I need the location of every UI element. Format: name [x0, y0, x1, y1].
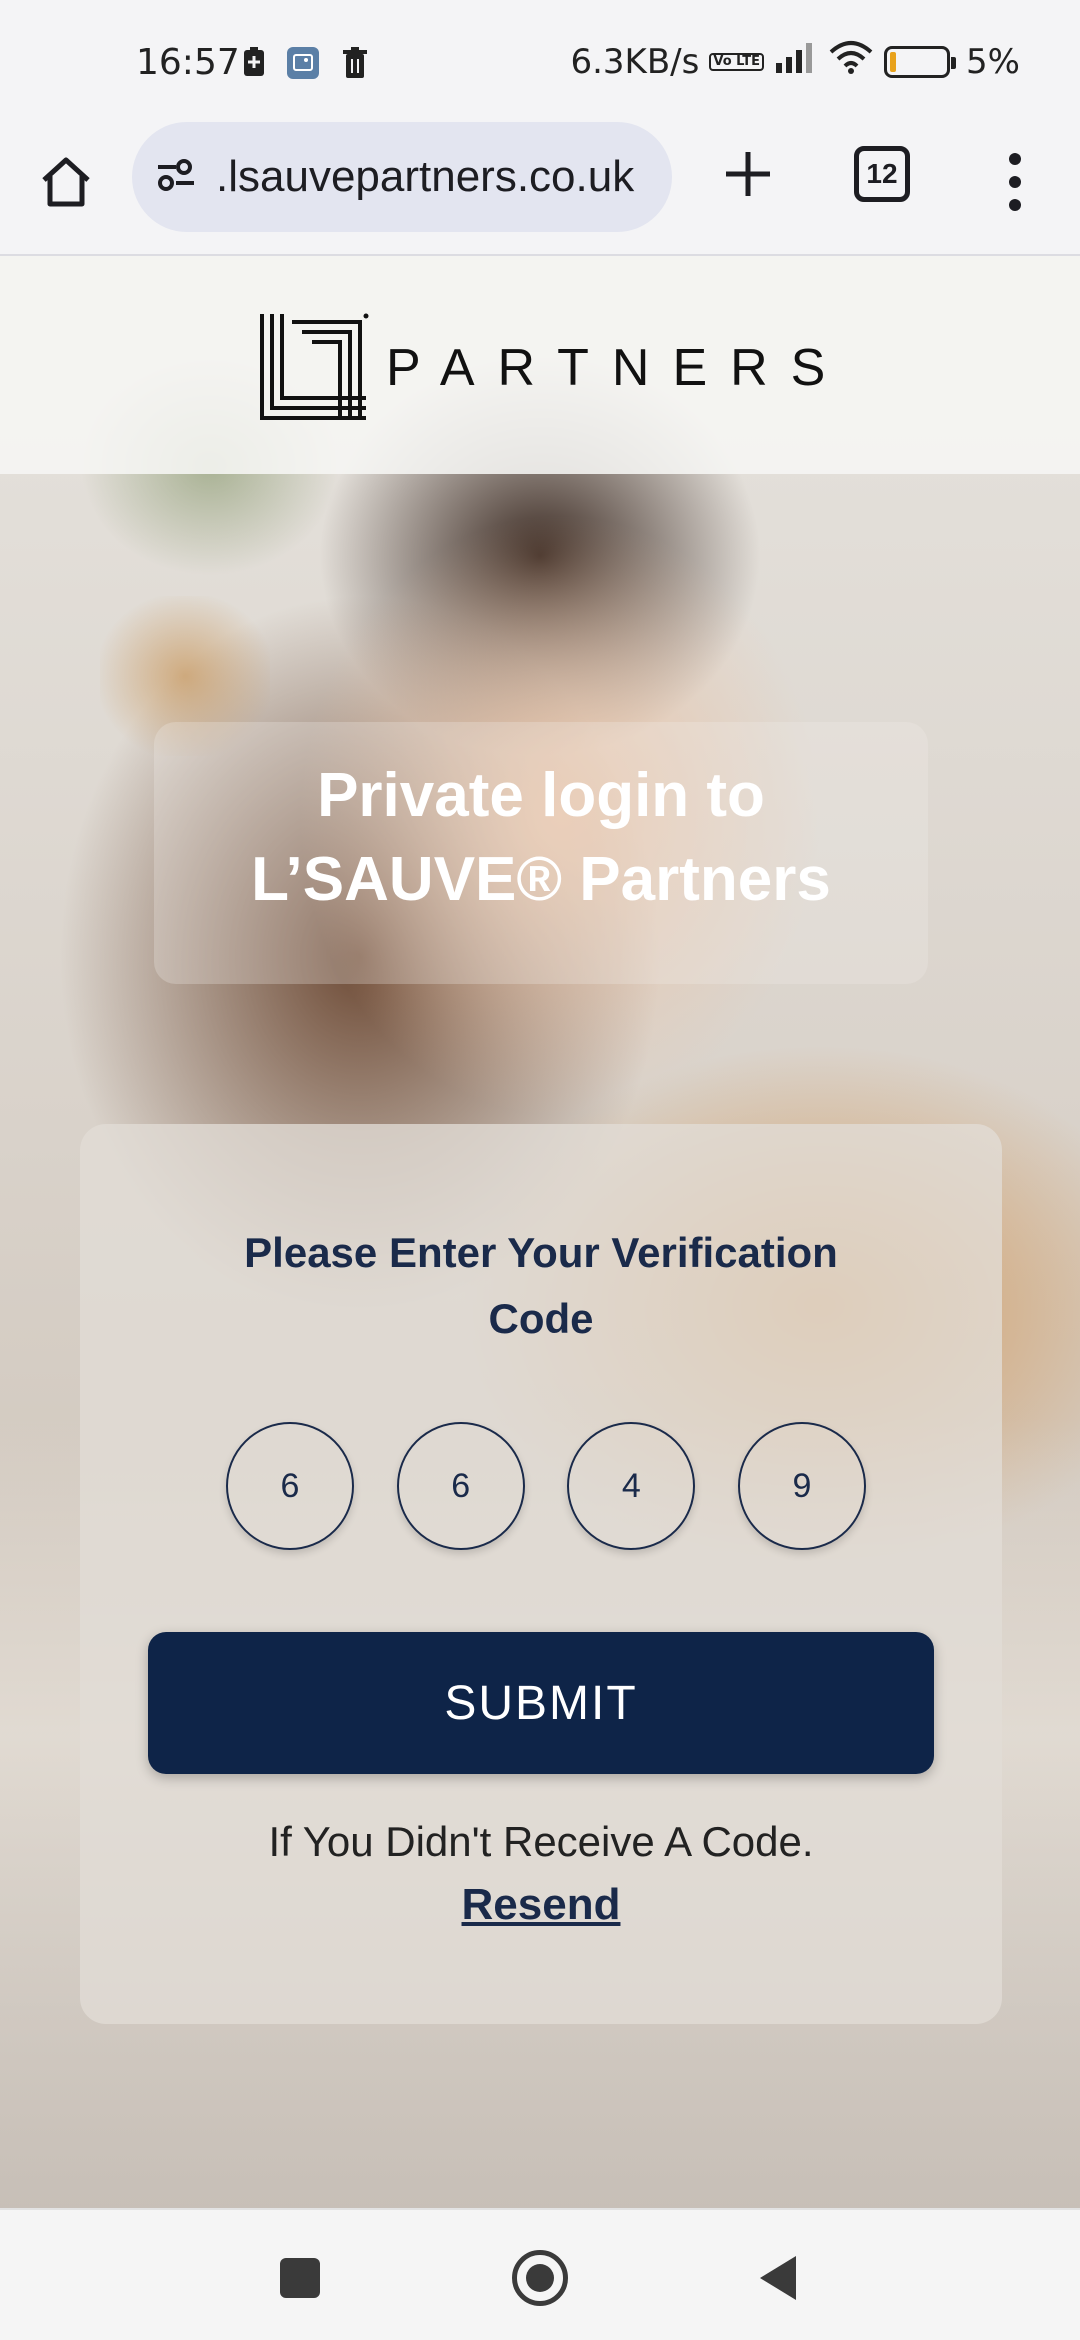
network-speed: 6.3KB/s	[570, 41, 700, 82]
trash-icon	[340, 46, 370, 80]
home-button[interactable]	[30, 146, 102, 218]
new-tab-button[interactable]	[712, 138, 784, 210]
logo-text: PARTNERS	[386, 339, 849, 397]
submit-button[interactable]: SUBMIT	[148, 1632, 934, 1774]
code-digit-input-4[interactable]: 9	[737, 1422, 866, 1550]
browser-toolbar: .lsauvepartners.co.uk 12	[0, 120, 1080, 256]
battery-percent: 5%	[966, 41, 1020, 82]
hero-title-line-2: L’SAUVE® Partners	[251, 845, 831, 914]
brand-header: PARTNERS	[0, 256, 1080, 474]
resend-link[interactable]: Resend	[80, 1880, 1002, 1930]
code-input-row: 6 6 4 9	[226, 1422, 866, 1550]
gallery-icon	[286, 46, 319, 80]
back-icon[interactable]	[760, 2256, 796, 2300]
code-digit-input-3[interactable]: 4	[567, 1422, 696, 1550]
plus-icon	[726, 152, 770, 196]
status-time: 16:57	[136, 42, 240, 83]
url-bar[interactable]: .lsauvepartners.co.uk	[132, 122, 672, 232]
status-right-group: 6.3KB/s Vo LTE 5%	[570, 40, 1020, 83]
battery-icon	[884, 45, 957, 78]
code-digit-input-2[interactable]: 6	[396, 1422, 525, 1550]
verification-heading: Please Enter Your Verification Code	[244, 1229, 838, 1342]
hero-title: Private login to L’SAUVE® Partners	[154, 754, 928, 922]
home-circle-icon[interactable]	[512, 2250, 568, 2306]
home-icon	[42, 157, 90, 207]
url-text[interactable]: .lsauvepartners.co.uk	[216, 152, 634, 202]
battery-saver-icon	[240, 46, 270, 80]
logo-mark-icon	[260, 313, 369, 420]
tab-switcher-button[interactable]: 12	[854, 146, 910, 202]
site-settings-icon[interactable]	[154, 155, 198, 200]
signal-icon	[774, 41, 818, 82]
tab-count: 12	[866, 158, 898, 189]
verification-card: Please Enter Your Verification Code 6 6 …	[80, 1124, 1002, 2024]
resend-note: If You Didn't Receive A Code.	[268, 1818, 814, 1865]
status-bar: 16:57 6.3KB/s Vo LTE 5%	[0, 0, 1080, 120]
code-digit-input-1[interactable]: 6	[226, 1422, 354, 1550]
hero-title-line-1: Private login to	[317, 761, 765, 830]
wifi-icon	[828, 40, 874, 83]
volte-icon: Vo LTE	[709, 52, 765, 71]
system-nav-bar	[0, 2208, 1080, 2340]
more-vert-icon[interactable]	[1000, 142, 1030, 222]
page-content: PARTNERS Private login to L’SAUVE® Partn…	[0, 256, 1080, 2208]
recents-icon[interactable]	[280, 2258, 320, 2298]
